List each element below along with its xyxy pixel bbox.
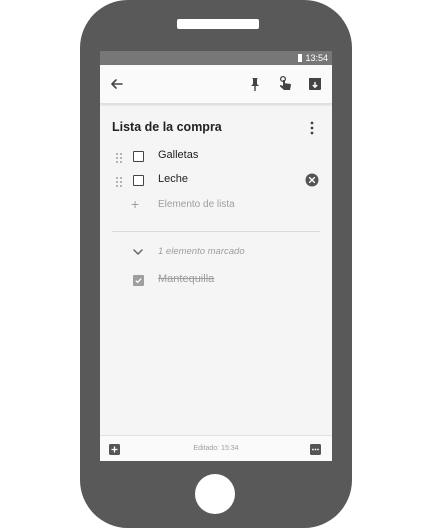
battery-icon — [298, 54, 303, 62]
pin-icon[interactable] — [245, 74, 265, 94]
add-item-placeholder[interactable]: Elemento de lista — [158, 199, 235, 210]
plus-icon[interactable]: + — [131, 196, 139, 212]
divider — [112, 231, 320, 232]
checked-summary: 1 elemento marcado — [158, 246, 245, 257]
add-list-item-row[interactable]: + Elemento de lista — [100, 195, 332, 217]
item-checkbox[interactable] — [133, 175, 144, 186]
bottom-bar: Editado: 15:34 — [100, 435, 332, 461]
item-checkbox[interactable] — [133, 151, 144, 162]
status-bar: 13:54 — [100, 51, 332, 65]
checked-items-toggle[interactable]: 1 elemento marcado — [100, 242, 332, 264]
note-title[interactable]: Lista de la compra — [112, 120, 222, 134]
hand-reminder-icon[interactable] — [275, 74, 295, 94]
item-checkbox-checked[interactable] — [133, 275, 144, 286]
item-label[interactable]: Leche — [158, 173, 188, 185]
phone-speaker — [177, 19, 259, 29]
phone-home-button[interactable] — [195, 474, 235, 514]
drag-handle-icon[interactable] — [115, 152, 123, 164]
checked-list-item[interactable]: Mantequilla — [100, 270, 332, 292]
app-screen: 13:54 Lista de la compra Galletas Leche — [100, 51, 332, 461]
edited-timestamp: Editado: 15:34 — [193, 445, 239, 452]
item-label[interactable]: Galletas — [158, 149, 198, 161]
item-label[interactable]: Mantequilla — [158, 273, 214, 285]
close-circle-icon[interactable] — [305, 173, 319, 187]
more-vert-icon[interactable] — [305, 119, 319, 137]
drag-handle-icon[interactable] — [115, 176, 123, 188]
list-item[interactable]: Leche — [100, 170, 332, 192]
list-item[interactable]: Galletas — [100, 146, 332, 168]
status-time: 13:54 — [305, 53, 328, 63]
archive-icon[interactable] — [305, 74, 325, 94]
arrow-left-icon[interactable] — [107, 74, 127, 94]
app-bar — [100, 65, 332, 104]
more-horiz-icon[interactable] — [310, 444, 321, 455]
chevron-down-icon[interactable] — [132, 247, 144, 257]
